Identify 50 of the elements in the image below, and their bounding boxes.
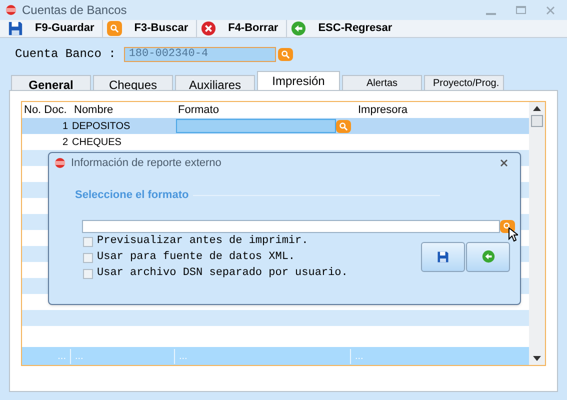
app-logo-icon xyxy=(53,157,67,169)
search-icon xyxy=(107,21,122,36)
section-title: Seleccione el formato xyxy=(75,188,189,203)
footer-cell-text: ... xyxy=(56,350,67,364)
table-cell-text: DEPOSITOS xyxy=(72,120,132,134)
column-header[interactable]: Nombre xyxy=(72,102,176,118)
checkbox-label: Usar archivo DSN separado por usuario. xyxy=(97,266,348,282)
footer-cell: ... xyxy=(70,349,174,364)
scrollbar[interactable] xyxy=(529,102,545,365)
tab[interactable]: Cheques xyxy=(93,75,173,90)
delete-icon xyxy=(201,21,216,36)
save-button[interactable] xyxy=(421,242,465,272)
search-button[interactable] xyxy=(500,220,515,232)
format-cell-field[interactable] xyxy=(176,119,336,133)
scroll-thumb[interactable] xyxy=(531,115,543,127)
maximize-button[interactable] xyxy=(516,6,526,14)
toolbar-button[interactable]: ESC-Regresar xyxy=(286,20,396,37)
tab[interactable]: Proyecto/Prog. xyxy=(424,75,504,90)
back-button[interactable] xyxy=(466,242,510,272)
checkbox[interactable] xyxy=(83,252,93,262)
format-field[interactable] xyxy=(82,220,500,232)
table-cell-text: CHEQUES xyxy=(72,136,122,150)
footer-cell: ... xyxy=(174,349,350,364)
checkbox-label: Previsualizar antes de imprimir. xyxy=(97,234,308,250)
checkbox[interactable] xyxy=(83,236,93,246)
tab[interactable]: General xyxy=(11,75,91,90)
table-cell-text: 2 xyxy=(61,136,69,150)
tab[interactable]: Auxiliares xyxy=(175,75,255,90)
column-header[interactable]: Impresora xyxy=(356,102,529,118)
search-icon xyxy=(280,50,290,58)
scroll-down-icon[interactable] xyxy=(533,356,541,361)
window-title: Cuentas de Bancos xyxy=(22,2,127,19)
scroll-up-icon[interactable] xyxy=(533,106,541,111)
mouse-pointer-icon xyxy=(508,227,518,242)
column-header[interactable]: Formato xyxy=(176,102,356,118)
table-row[interactable]: 1 DEPOSITOS xyxy=(22,118,529,134)
app-logo-icon xyxy=(4,4,18,16)
field-label: Cuenta Banco : xyxy=(15,46,116,63)
search-icon xyxy=(339,122,348,130)
toolbar-button[interactable]: F4-Borrar xyxy=(196,20,282,37)
checkbox-label: Usar para fuente de datos XML. xyxy=(97,250,296,266)
column-header[interactable]: No. Doc. xyxy=(22,102,72,118)
toolbar-button[interactable]: F3-Buscar xyxy=(102,20,192,37)
tab[interactable]: Alertas xyxy=(342,75,422,90)
tab[interactable]: Impresión xyxy=(257,71,340,90)
close-icon[interactable] xyxy=(500,159,508,167)
table-cell-text: 1 xyxy=(61,120,69,134)
checkbox[interactable] xyxy=(83,268,93,278)
dialog-title: Información de reporte externo xyxy=(71,156,222,171)
toolbar-button[interactable]: F9-Guardar xyxy=(4,20,98,37)
